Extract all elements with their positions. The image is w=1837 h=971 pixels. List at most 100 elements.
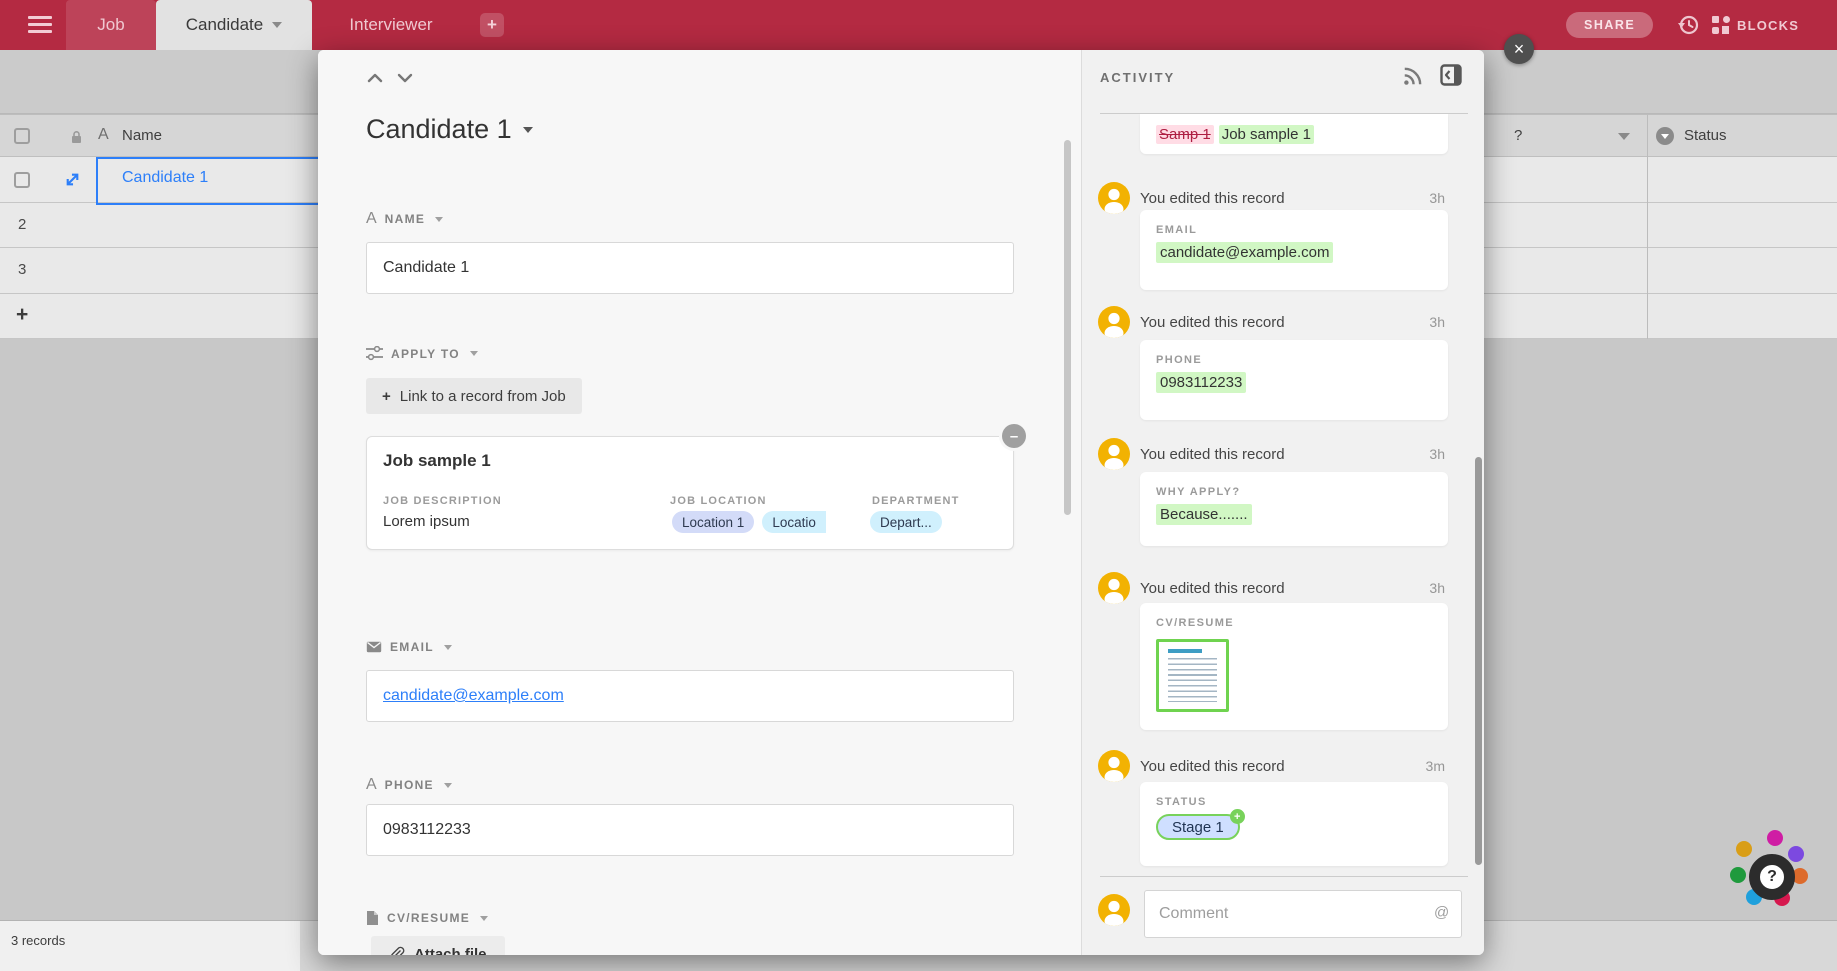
field-label-text: PHONE	[385, 778, 434, 792]
card-field-label: JOB LOCATION	[670, 495, 767, 507]
activity-time: 3h	[1429, 306, 1445, 338]
resume-attachment-thumbnail[interactable]	[1156, 639, 1229, 712]
email-field[interactable]: candidate@example.com	[366, 670, 1014, 722]
added-value: Because.......	[1156, 504, 1252, 525]
activity-author: You edited this record	[1140, 750, 1285, 782]
link-record-label: Link to a record from Job	[400, 388, 566, 405]
help-dot-magenta	[1767, 830, 1783, 846]
row-checkbox[interactable]	[14, 172, 30, 188]
activity-panel: ACTIVITY Samp 1 Job sample 1 You edited …	[1081, 50, 1484, 955]
chevron-down-icon	[435, 217, 443, 222]
collapse-panel-icon[interactable]	[1440, 64, 1462, 86]
field-label-email[interactable]: EMAIL	[366, 640, 452, 654]
field-label-text: APPLY TO	[391, 347, 460, 361]
bottom-bar-left: 3 records	[0, 921, 300, 971]
avatar	[1098, 438, 1130, 470]
tab-interviewer[interactable]: Interviewer	[336, 0, 446, 50]
added-value: candidate@example.com	[1156, 242, 1333, 263]
activity-card: PHONE 0983112233	[1140, 340, 1448, 420]
history-icon[interactable]	[1676, 13, 1700, 37]
linked-record-card[interactable]: Job sample 1 JOB DESCRIPTION JOB LOCATIO…	[366, 436, 1014, 550]
location-chip: Location 1	[672, 511, 754, 533]
removed-value: Samp 1	[1156, 125, 1214, 144]
expanded-record-modal: Candidate 1 A NAME APPLY TO + Link to a …	[318, 50, 1484, 955]
tab-job[interactable]: Job	[66, 0, 156, 50]
add-table-button[interactable]: +	[480, 13, 504, 37]
tab-candidate[interactable]: Candidate	[156, 0, 312, 50]
record-title[interactable]: Candidate 1	[366, 114, 533, 145]
activity-title: ACTIVITY	[1100, 70, 1175, 85]
activity-author: You edited this record	[1140, 572, 1285, 604]
blocks-label: BLOCKS	[1737, 18, 1799, 33]
card-field-label: WHY APPLY?	[1156, 486, 1241, 498]
comment-input[interactable]	[1144, 890, 1462, 938]
activity-card: WHY APPLY? Because.......	[1140, 472, 1448, 546]
previous-record-button[interactable]	[364, 68, 388, 90]
activity-time: 3h	[1429, 438, 1445, 470]
chevron-down-icon[interactable]	[1618, 133, 1630, 140]
field-label-text: NAME	[385, 212, 426, 226]
activity-author: You edited this record	[1140, 438, 1285, 470]
chevron-down-icon	[523, 127, 533, 133]
help-dot-purple	[1788, 846, 1804, 862]
name-field-input[interactable]	[366, 242, 1014, 294]
card-field-label: PHONE	[1156, 354, 1202, 366]
card-field-label: CV/RESUME	[1156, 617, 1234, 629]
field-label-cv[interactable]: CV/RESUME	[366, 910, 488, 926]
card-field-value: Lorem ipsum	[383, 513, 470, 530]
envelope-icon	[366, 641, 382, 653]
close-icon[interactable]: ×	[1504, 34, 1534, 64]
blocks-icon	[1712, 16, 1730, 34]
record-title-label: Candidate 1	[366, 114, 512, 145]
blocks-button[interactable]: BLOCKS	[1712, 13, 1799, 37]
single-select-field-icon	[1656, 127, 1674, 145]
question-mark-icon: ?	[1749, 854, 1795, 900]
avatar	[1098, 182, 1130, 214]
expand-record-icon[interactable]	[64, 171, 81, 193]
cell-name[interactable]: Candidate 1	[122, 169, 208, 187]
divider	[1100, 876, 1468, 877]
added-value: 0983112233	[1156, 372, 1246, 393]
email-link[interactable]: candidate@example.com	[383, 687, 564, 705]
avatar	[1098, 572, 1130, 604]
mention-icon[interactable]: @	[1434, 904, 1449, 921]
resume-thumb-heading	[1168, 649, 1202, 653]
column-header-hidden[interactable]: ?	[1514, 127, 1522, 144]
share-label: SHARE	[1584, 18, 1635, 32]
plus-icon: +	[1230, 809, 1245, 824]
linked-record-title: Job sample 1	[383, 451, 491, 471]
lock-icon	[70, 130, 83, 149]
activity-time: 3m	[1426, 750, 1445, 782]
text-field-icon: A	[366, 210, 377, 228]
scrollbar[interactable]	[1475, 457, 1482, 865]
column-header-status[interactable]: Status	[1684, 127, 1727, 144]
chevron-down-icon	[480, 916, 488, 921]
link-record-button[interactable]: + Link to a record from Job	[366, 378, 582, 414]
file-icon	[366, 910, 379, 926]
card-field-label: STATUS	[1156, 796, 1207, 808]
tab-candidate-label: Candidate	[186, 15, 264, 35]
activity-card: Samp 1 Job sample 1	[1140, 114, 1448, 154]
activity-card: STATUS Stage 1 +	[1140, 782, 1448, 866]
feed-icon[interactable]	[1402, 65, 1424, 92]
field-label-apply-to[interactable]: APPLY TO	[366, 346, 478, 361]
row-number: 3	[18, 261, 26, 278]
attach-file-button[interactable]: Attach file	[371, 936, 505, 955]
help-button[interactable]: ?	[1749, 854, 1795, 900]
unlink-record-button[interactable]: –	[1002, 424, 1026, 448]
help-dot-yellow	[1736, 841, 1752, 857]
field-label-name[interactable]: A NAME	[366, 210, 443, 228]
column-header-name[interactable]: Name	[122, 127, 162, 144]
phone-field-input[interactable]	[366, 804, 1014, 856]
status-badge: Stage 1 +	[1156, 814, 1240, 840]
top-bar: Job Candidate Interviewer + SHARE BLOCKS	[0, 0, 1837, 50]
next-record-button[interactable]	[394, 68, 418, 90]
chevron-down-icon	[470, 351, 478, 356]
share-button[interactable]: SHARE	[1566, 12, 1653, 38]
scrollbar[interactable]	[1064, 140, 1071, 515]
column-separator	[1647, 114, 1648, 339]
card-field-label: EMAIL	[1156, 224, 1197, 236]
hamburger-menu-icon[interactable]	[28, 16, 52, 34]
field-label-phone[interactable]: A PHONE	[366, 776, 452, 794]
select-all-checkbox[interactable]	[14, 128, 30, 144]
